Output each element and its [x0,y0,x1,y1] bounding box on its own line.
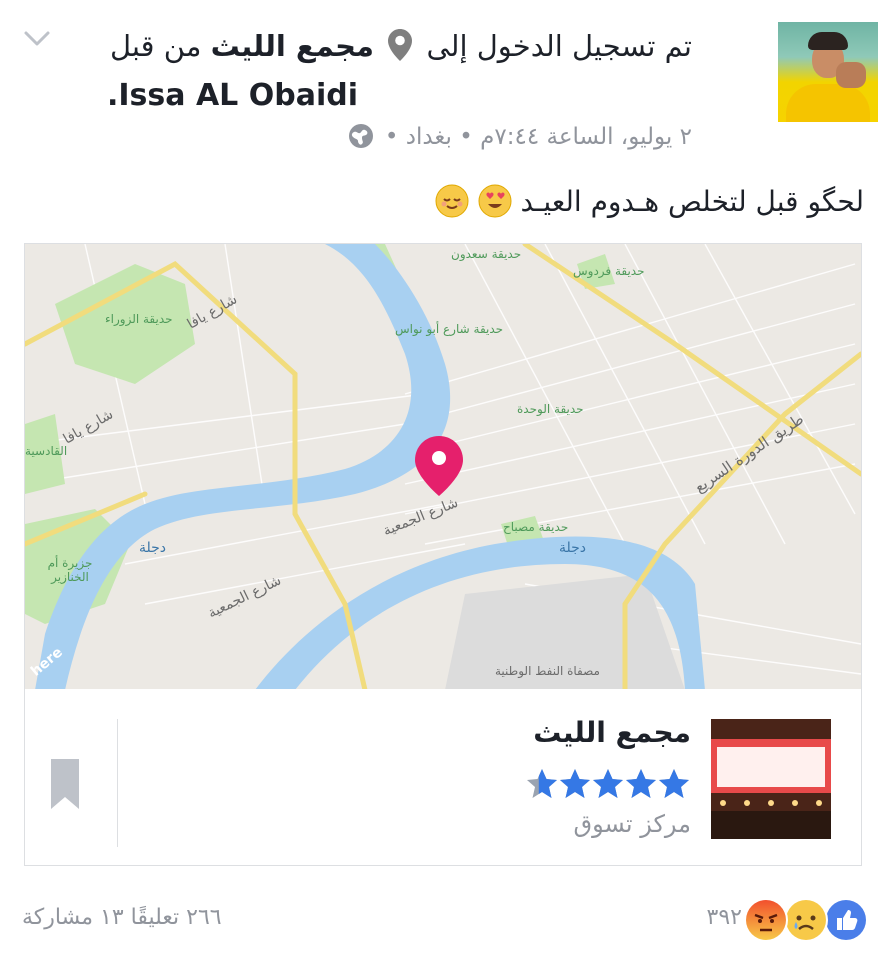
author-name-line: .Issa AL Obaidi [107,76,358,116]
author-period: . [106,78,119,113]
place-category: مركز تسوق [573,810,691,838]
bookmark-icon[interactable] [51,759,79,809]
location-map[interactable]: حديقة سعدون حديقة فردوس حديقة الزوراء حد… [24,243,862,691]
post-stats: ٢٦٦ تعليقًا ١٣ مشاركة [22,901,222,935]
like-reaction-icon [824,898,868,942]
place-card[interactable]: مجمع الليث مركز تسوق [24,689,862,866]
map-label-firdos-park: حديقة فردوس [573,264,645,278]
map-label-abu-nuwas-park: حديقة شارع أبو نواس [395,322,504,336]
author-avatar[interactable] [778,22,878,122]
map-label-tigris-1: دجلة [139,540,167,556]
rating-stars [527,769,689,798]
post-meta: ٢ يوليو، الساعة ٧:٤٤م • بغداد • [348,120,692,154]
heart-eyes-emoji-icon [478,184,512,218]
star-icon [560,769,590,798]
reaction-icons[interactable] [744,898,868,942]
map-label-tigris-2: دجلة [559,540,587,556]
star-icon [626,769,656,798]
meta-separator: • [384,124,399,150]
place-thumbnail[interactable] [711,719,831,839]
header-suffix: من قبل [109,29,202,63]
map-label-zawraa-park: حديقة الزوراء [105,312,173,326]
author-name[interactable]: Issa AL Obaidi [118,78,358,113]
map-label-refinery: مصفاة النفط الوطنية [495,664,600,678]
location-pin-icon [387,28,413,62]
angry-reaction-icon [744,898,788,942]
star-icon [527,769,557,798]
comment-count[interactable]: ٢٦٦ تعليقًا [131,905,222,930]
post-header: تم تسجيل الدخول إلى مجمع الليث من قبل [52,26,692,66]
map-label-masbah-park: حديقة مصباح [503,520,569,534]
sad-reaction-icon [784,898,828,942]
star-icon [593,769,623,798]
map-label-khanazir-island: جزيرة أم الخنازير [47,556,93,584]
globe-icon[interactable] [348,123,374,149]
reaction-count[interactable]: ٣٩٢ [707,901,742,935]
place-rating [525,767,691,801]
star-icon [659,769,689,798]
map-label-saadoon-park: حديقة سعدون [451,247,522,261]
post-options-chevron-icon[interactable] [22,26,52,50]
place-link[interactable]: مجمع الليث [211,29,374,63]
map-label-wahda-park: حديقة الوحدة [517,402,584,416]
header-prefix: تم تسجيل الدخول إلى [426,29,692,63]
post-location[interactable]: بغداد [406,124,452,150]
post-date[interactable]: ٢ يوليو، الساعة ٧:٤٤م [480,124,692,150]
relieved-emoji-icon [435,184,469,218]
status-text: لحگو قبل لتخلص هـدوم العيـد [435,180,864,224]
place-name[interactable]: مجمع الليث [533,713,691,753]
status-message: لحگو قبل لتخلص هـدوم العيـد [520,185,865,218]
share-count[interactable]: ١٣ مشاركة [22,905,124,930]
card-divider [117,719,118,847]
meta-separator: • [459,124,473,150]
map-label-qadisiya: القادسية [25,444,68,458]
